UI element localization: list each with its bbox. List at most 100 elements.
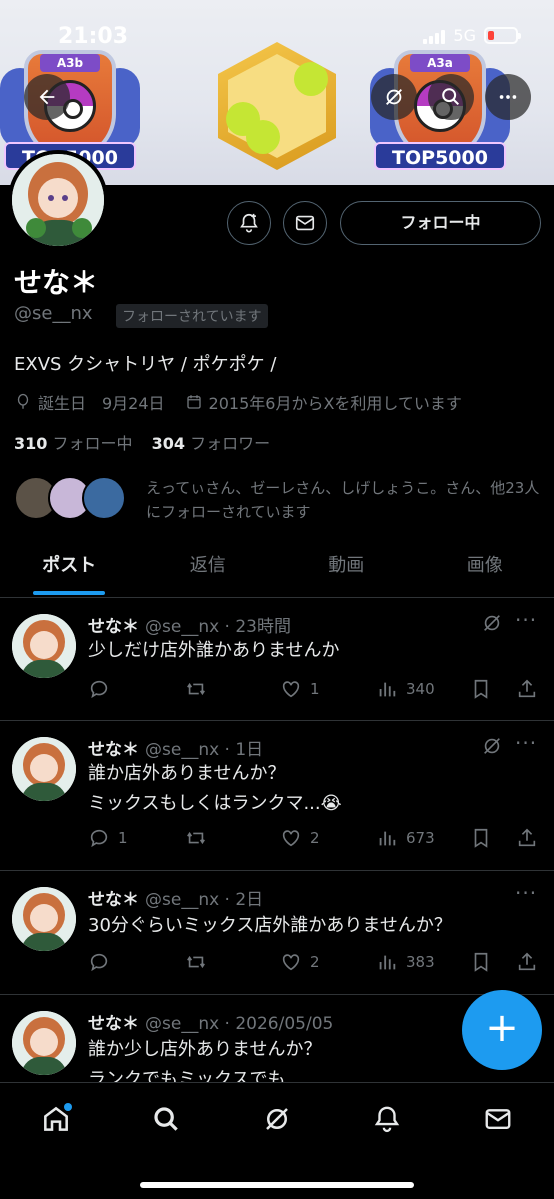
post-text: 30分ぐらいミックス店外誰かありませんか？ [88, 911, 452, 941]
analytics-icon [379, 682, 396, 697]
like-button[interactable]: 1 [280, 678, 320, 700]
like-button[interactable]: 2 [280, 827, 320, 849]
following-link[interactable]: 310 フォロー中 [14, 434, 133, 453]
reply-button[interactable] [88, 951, 118, 973]
reply-icon [90, 829, 108, 848]
nav-grok[interactable] [257, 1099, 297, 1139]
profile-handle: @se__nx [14, 303, 93, 324]
bookmark-button[interactable] [470, 951, 492, 973]
post-item[interactable]: せな＊ @se__nx · 2日 ··· 30分ぐらいミックス店外誰かありませんか… [0, 871, 554, 995]
bookmark-icon [474, 679, 488, 699]
unread-dot [64, 1103, 72, 1111]
repost-button[interactable] [184, 678, 208, 700]
grok-icon [266, 1108, 288, 1130]
network-label: 5G [453, 26, 476, 45]
analytics-icon [379, 831, 396, 846]
follows-you-badge: フォローされています [116, 304, 268, 328]
post-avatar[interactable] [12, 614, 76, 678]
grok-button[interactable] [371, 74, 417, 120]
reply-button[interactable]: 1 [88, 827, 128, 849]
bookmark-button[interactable] [470, 827, 492, 849]
views-button[interactable]: 673 [376, 827, 435, 849]
post-line: ランクでもミックスでも [88, 1069, 286, 1082]
post-line: 誰か少し店外ありませんか？ [88, 1039, 322, 1060]
tab-posts[interactable]: ポスト [0, 540, 139, 597]
reply-icon [90, 680, 108, 699]
post-avatar[interactable] [12, 1011, 76, 1075]
bookmark-icon [474, 828, 488, 848]
rank-badge-ribbon: TOP5000 [374, 142, 506, 170]
like-button[interactable]: 2 [280, 951, 320, 973]
post-line: 少しだけ店外誰かありませんか [88, 640, 340, 661]
repost-icon [187, 955, 205, 969]
following-button[interactable]: フォロー中 [340, 201, 541, 245]
followers-count: 304 [151, 434, 186, 453]
more-icon [499, 95, 517, 99]
notification-subscribe-button[interactable] [227, 201, 271, 245]
medal-badge [218, 42, 336, 170]
status-indicators: 5G [423, 26, 521, 45]
search-button[interactable] [428, 74, 474, 120]
post-text: 誰か店外ありませんか？ ミックスもしくはランクマ...😭 [88, 759, 342, 819]
birthday-text: 誕生日 9月24日 [38, 394, 165, 413]
home-indicator [140, 1182, 414, 1188]
share-icon [518, 679, 536, 698]
views-button[interactable]: 340 [376, 678, 435, 700]
envelope-icon [485, 1109, 511, 1129]
views-button[interactable]: 383 [376, 951, 435, 973]
share-button[interactable] [516, 827, 538, 849]
post-meta: @se__nx · 2026/05/05 [145, 1014, 334, 1034]
repost-icon [187, 831, 205, 845]
analytics-icon [379, 955, 396, 970]
post-more-icon[interactable]: ··· [515, 881, 537, 905]
post-meta: @se__nx · 23時間 [145, 617, 291, 637]
share-button[interactable] [516, 951, 538, 973]
bell-plus-icon [240, 213, 258, 233]
share-icon [518, 828, 536, 847]
repost-icon [187, 682, 205, 696]
message-button[interactable] [283, 201, 327, 245]
followers-link[interactable]: 304 フォロワー [152, 434, 271, 453]
post-avatar[interactable] [12, 887, 76, 951]
grok-icon[interactable] [481, 735, 503, 761]
share-button[interactable] [516, 678, 538, 700]
repost-button[interactable] [184, 827, 208, 849]
heart-icon [282, 681, 300, 698]
post-item[interactable]: せな＊ @se__nx · 1日 ··· 誰か店外ありませんか？ ミックスもしくは… [0, 721, 554, 871]
post-more-icon[interactable]: ··· [515, 731, 537, 755]
grok-icon[interactable] [481, 612, 503, 638]
plus-icon: + [485, 1005, 519, 1051]
back-arrow-icon [39, 89, 55, 105]
profile-avatar[interactable] [8, 150, 108, 250]
post-line: 誰か店外ありませんか？ [88, 763, 286, 784]
bookmark-button[interactable] [470, 678, 492, 700]
post-header: せな＊ @se__nx · 2日 [88, 885, 263, 910]
reply-button[interactable] [88, 678, 118, 700]
status-time: 21:03 [58, 24, 129, 49]
post-line: 30分ぐらいミックス店外誰かありませんか？ [88, 915, 452, 936]
repost-button[interactable] [184, 951, 208, 973]
signal-icon [423, 28, 446, 44]
post-author: せな＊ [88, 890, 139, 910]
known-followers[interactable]: えってぃさん、ゼーレさん、しげしょうこ。さん、他23人にフォローされています [14, 476, 546, 524]
post-actions: 1 340 [88, 678, 543, 704]
nav-search[interactable] [146, 1099, 186, 1139]
tab-videos[interactable]: 動画 [277, 540, 416, 597]
post-avatar[interactable] [12, 737, 76, 801]
nav-home[interactable] [36, 1099, 76, 1139]
tab-replies[interactable]: 返信 [139, 540, 278, 597]
grok-icon [386, 89, 402, 105]
nav-notifications[interactable] [367, 1099, 407, 1139]
back-button[interactable] [24, 74, 70, 120]
compose-button[interactable]: + [462, 990, 542, 1070]
more-options-button[interactable] [485, 74, 531, 120]
post-header: せな＊ @se__nx · 2026/05/05 [88, 1009, 333, 1034]
tab-images[interactable]: 画像 [416, 540, 554, 597]
post-item[interactable]: せな＊ @se__nx · 23時間 ··· 少しだけ店外誰かありませんか 1 3… [0, 598, 554, 721]
post-more-icon[interactable]: ··· [515, 608, 537, 632]
profile-name: せな＊ [14, 266, 99, 299]
nav-messages[interactable] [478, 1099, 518, 1139]
post-text: 少しだけ店外誰かありませんか [88, 636, 339, 666]
following-count: 310 [14, 434, 48, 453]
post-header: せな＊ @se__nx · 1日 [88, 735, 263, 760]
